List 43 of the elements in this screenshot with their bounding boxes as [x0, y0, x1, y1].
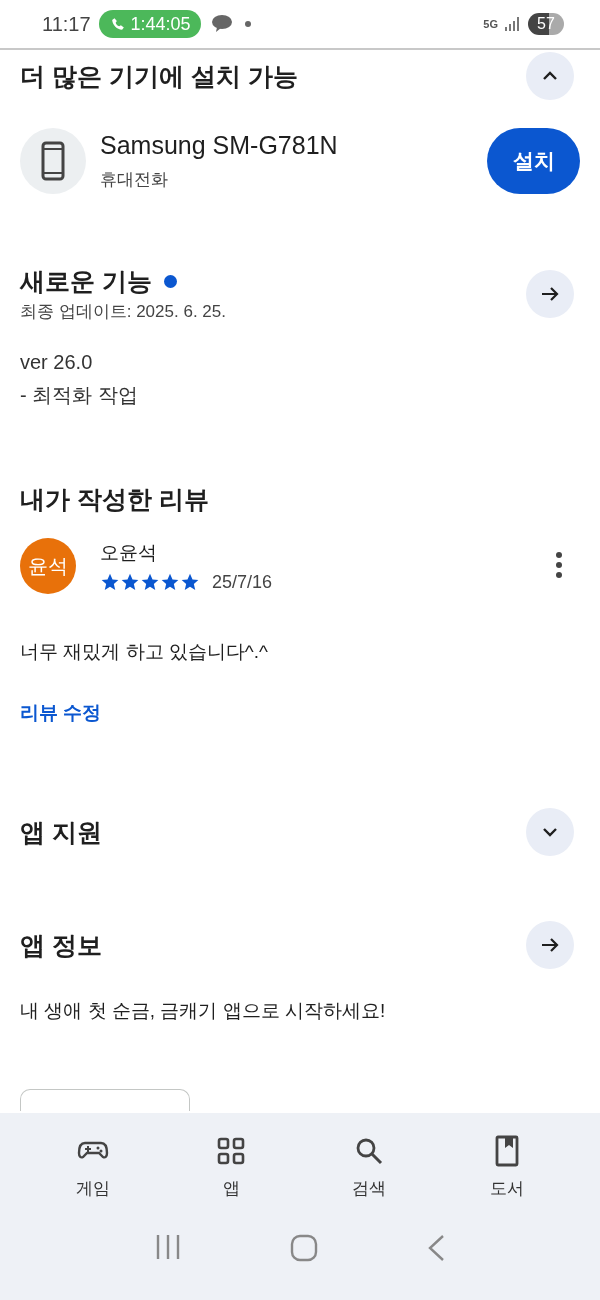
section-title: 새로운 기능 — [20, 266, 152, 297]
star-icon — [140, 572, 160, 592]
install-button[interactable]: 설치 — [487, 128, 580, 194]
app-description: 내 생애 첫 순금, 금캐기 앱으로 시작하세요! — [20, 999, 387, 1023]
home-icon[interactable] — [290, 1234, 318, 1262]
star-icon — [100, 572, 120, 592]
network-label: 5G — [483, 18, 498, 30]
section-title: 내가 작성한 리뷰 — [20, 484, 210, 515]
dot-icon — [244, 21, 251, 27]
section-title: 앱 정보 — [20, 929, 102, 961]
arrow-button[interactable] — [526, 270, 574, 318]
recent-apps-icon[interactable] — [154, 1234, 181, 1260]
update-date: 최종 업데이트: 2025. 6. 25. — [20, 301, 226, 323]
star-icon — [160, 572, 180, 592]
chat-bubble-icon — [210, 14, 233, 34]
back-icon[interactable] — [427, 1234, 446, 1262]
nav-tab[interactable]: 게임 — [43, 1131, 143, 1204]
category-chip[interactable] — [20, 1089, 190, 1111]
section-title: 앱 지원 — [20, 816, 102, 848]
release-note: ver 26.0 — [20, 351, 94, 374]
nav-tab[interactable]: 앱 — [181, 1131, 281, 1204]
star-icon — [180, 572, 200, 592]
clock: 11:17 — [42, 12, 91, 36]
reviewer-name: 오윤석 — [100, 540, 158, 565]
device-name: Samsung SM-G781N — [100, 131, 338, 160]
nav-tab[interactable]: 검색 — [319, 1131, 419, 1204]
device-type: 휴대전화 — [100, 169, 169, 191]
section-title: 더 많은 기기에 설치 가능 — [20, 60, 298, 92]
collapse-button[interactable] — [526, 52, 574, 100]
nav-tab[interactable]: 도서 — [457, 1131, 557, 1204]
release-note: - 최적화 작업 — [20, 383, 139, 408]
expand-button[interactable] — [526, 808, 574, 856]
phone-icon — [41, 141, 65, 181]
grid-icon — [215, 1135, 247, 1167]
avatar: 윤석 — [20, 538, 76, 594]
review-date: 25/7/16 — [212, 571, 273, 593]
arrow-button[interactable] — [526, 921, 574, 969]
review-text: 너무 재밌게 하고 있습니다^.^ — [20, 640, 269, 664]
battery-indicator: 57 — [528, 13, 564, 35]
star-icon — [120, 572, 140, 592]
signal-icon — [504, 16, 520, 32]
phone-icon — [110, 17, 125, 31]
edit-review-link[interactable]: 리뷰 수정 — [20, 700, 102, 726]
